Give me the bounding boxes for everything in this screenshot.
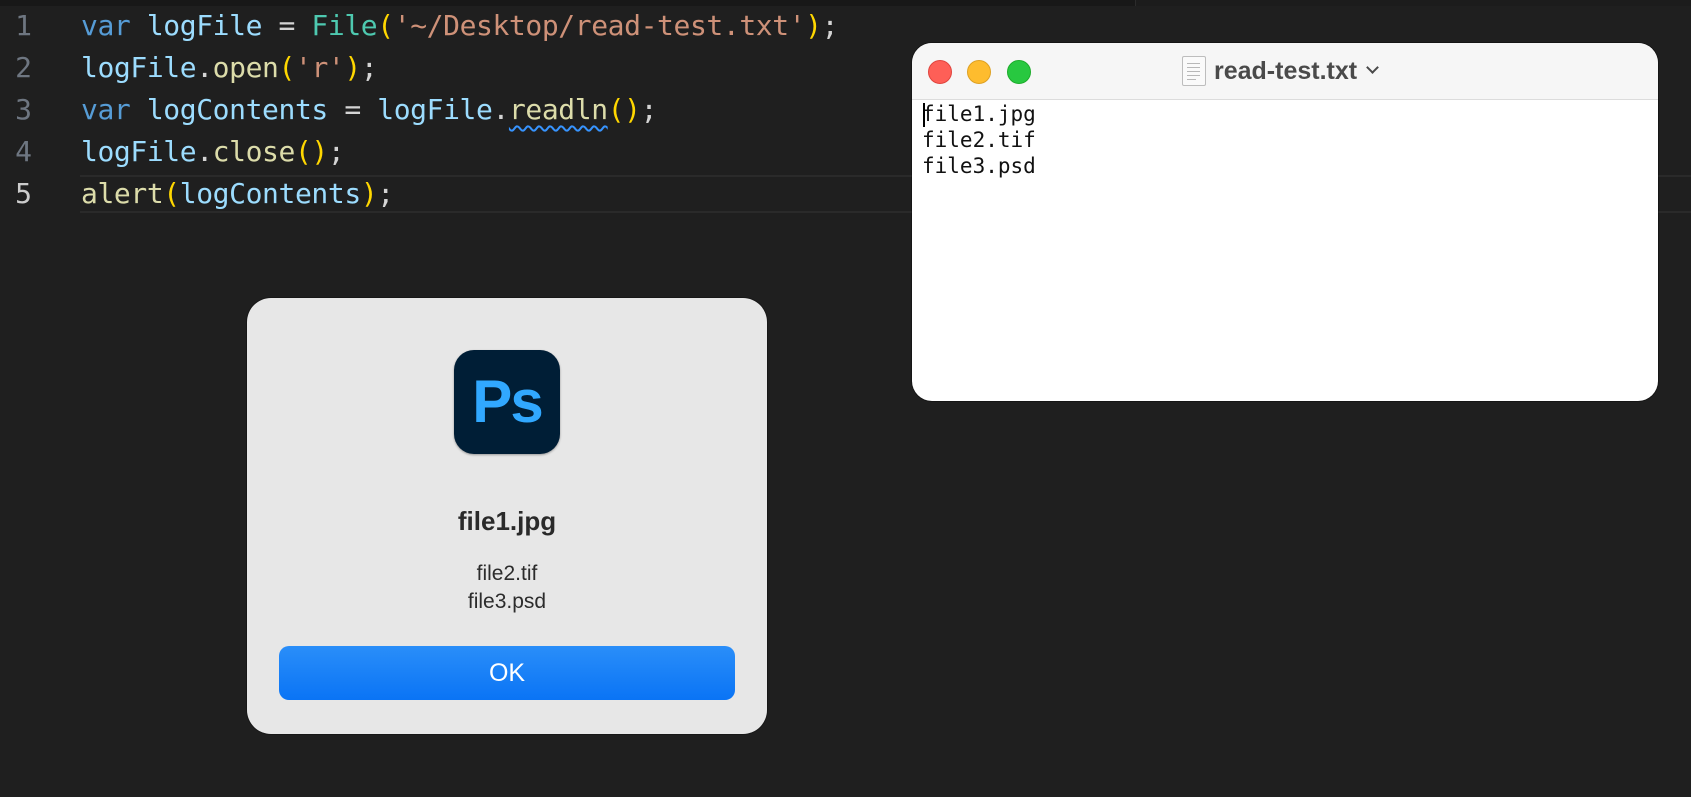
app-icon-label: Ps (472, 367, 543, 435)
code-token: ; (360, 51, 378, 84)
text-line: file1.jpg (922, 102, 1036, 126)
document-icon[interactable] (1182, 56, 1206, 86)
photoshop-app-icon: Ps (454, 350, 560, 454)
line-number: 3 (15, 93, 32, 126)
code-token: File (311, 9, 378, 42)
window-title-text: read-test.txt (1214, 56, 1358, 85)
alert-message-line: file2.tif (476, 562, 538, 585)
code-token: . (196, 51, 213, 84)
text-document-body[interactable]: file1.jpg file2.tif file3.psd (922, 101, 1642, 391)
text-line: file2.tif (922, 128, 1036, 152)
code-token: logFile (81, 135, 197, 168)
code-token: close (212, 135, 296, 168)
code-token: = (327, 93, 378, 126)
code-token: logFile (81, 51, 197, 84)
code-token: ; (821, 9, 839, 42)
code-token: ; (377, 177, 394, 210)
text-line: file3.psd (922, 154, 1036, 178)
code-token: open (212, 51, 279, 84)
line-number: 4 (15, 135, 32, 168)
code-token: var (81, 9, 131, 42)
code-token: = (262, 9, 312, 42)
code-token: ( (377, 9, 394, 42)
code-token: '~/Desktop/read-test.txt' (393, 9, 806, 42)
code-token: logContents (179, 177, 361, 210)
code-token: ; (327, 135, 345, 168)
code-token: () (607, 93, 641, 126)
window-title[interactable]: read-test.txt (1182, 55, 1378, 87)
line-number: 2 (15, 51, 32, 84)
close-window-button[interactable] (928, 60, 952, 84)
text-caret (923, 103, 925, 127)
code-token: logContents (146, 93, 328, 126)
code-token: ( (278, 51, 296, 84)
alert-title: file1.jpg (457, 506, 557, 536)
ok-button[interactable]: OK (279, 646, 735, 700)
textedit-window[interactable]: read-test.txt file1.jpg file2.tif file3.… (912, 43, 1658, 401)
code-token: ) (344, 51, 361, 84)
code-token: ( (163, 177, 180, 210)
minimize-window-button[interactable] (967, 60, 991, 84)
code-line-content[interactable]: var logContents = logFile.readln(); (81, 89, 657, 131)
code-token: ; (640, 93, 658, 126)
chevron-down-icon[interactable] (1367, 63, 1378, 74)
code-line-content[interactable]: var logFile = File('~/Desktop/read-test.… (81, 5, 839, 47)
code-token: . (492, 93, 509, 126)
window-titlebar[interactable]: read-test.txt (912, 43, 1658, 100)
code-token: logFile (377, 93, 493, 126)
code-token: readln (508, 93, 608, 126)
alert-message-line: file3.psd (467, 590, 547, 613)
zoom-window-button[interactable] (1007, 60, 1031, 84)
code-line[interactable]: 1 var logFile = File('~/Desktop/read-tes… (0, 5, 1691, 47)
alert-dialog: Ps file1.jpg file2.tif file3.psd OK (247, 298, 767, 734)
code-token: alert (81, 177, 164, 210)
code-token: . (196, 135, 213, 168)
code-line-content[interactable]: alert(logContents); (81, 173, 394, 215)
line-number: 1 (15, 9, 32, 42)
code-token: ) (805, 9, 822, 42)
code-token: var (81, 93, 131, 126)
code-token: () (294, 135, 328, 168)
line-number: 5 (15, 177, 32, 210)
code-line-content[interactable]: logFile.open('r'); (81, 47, 378, 89)
code-token: ) (360, 177, 378, 210)
code-token: 'r' (294, 51, 345, 84)
code-line-content[interactable]: logFile.close(); (81, 131, 345, 173)
code-token: logFile (146, 9, 263, 42)
alert-message: file2.tif file3.psd (247, 560, 767, 616)
